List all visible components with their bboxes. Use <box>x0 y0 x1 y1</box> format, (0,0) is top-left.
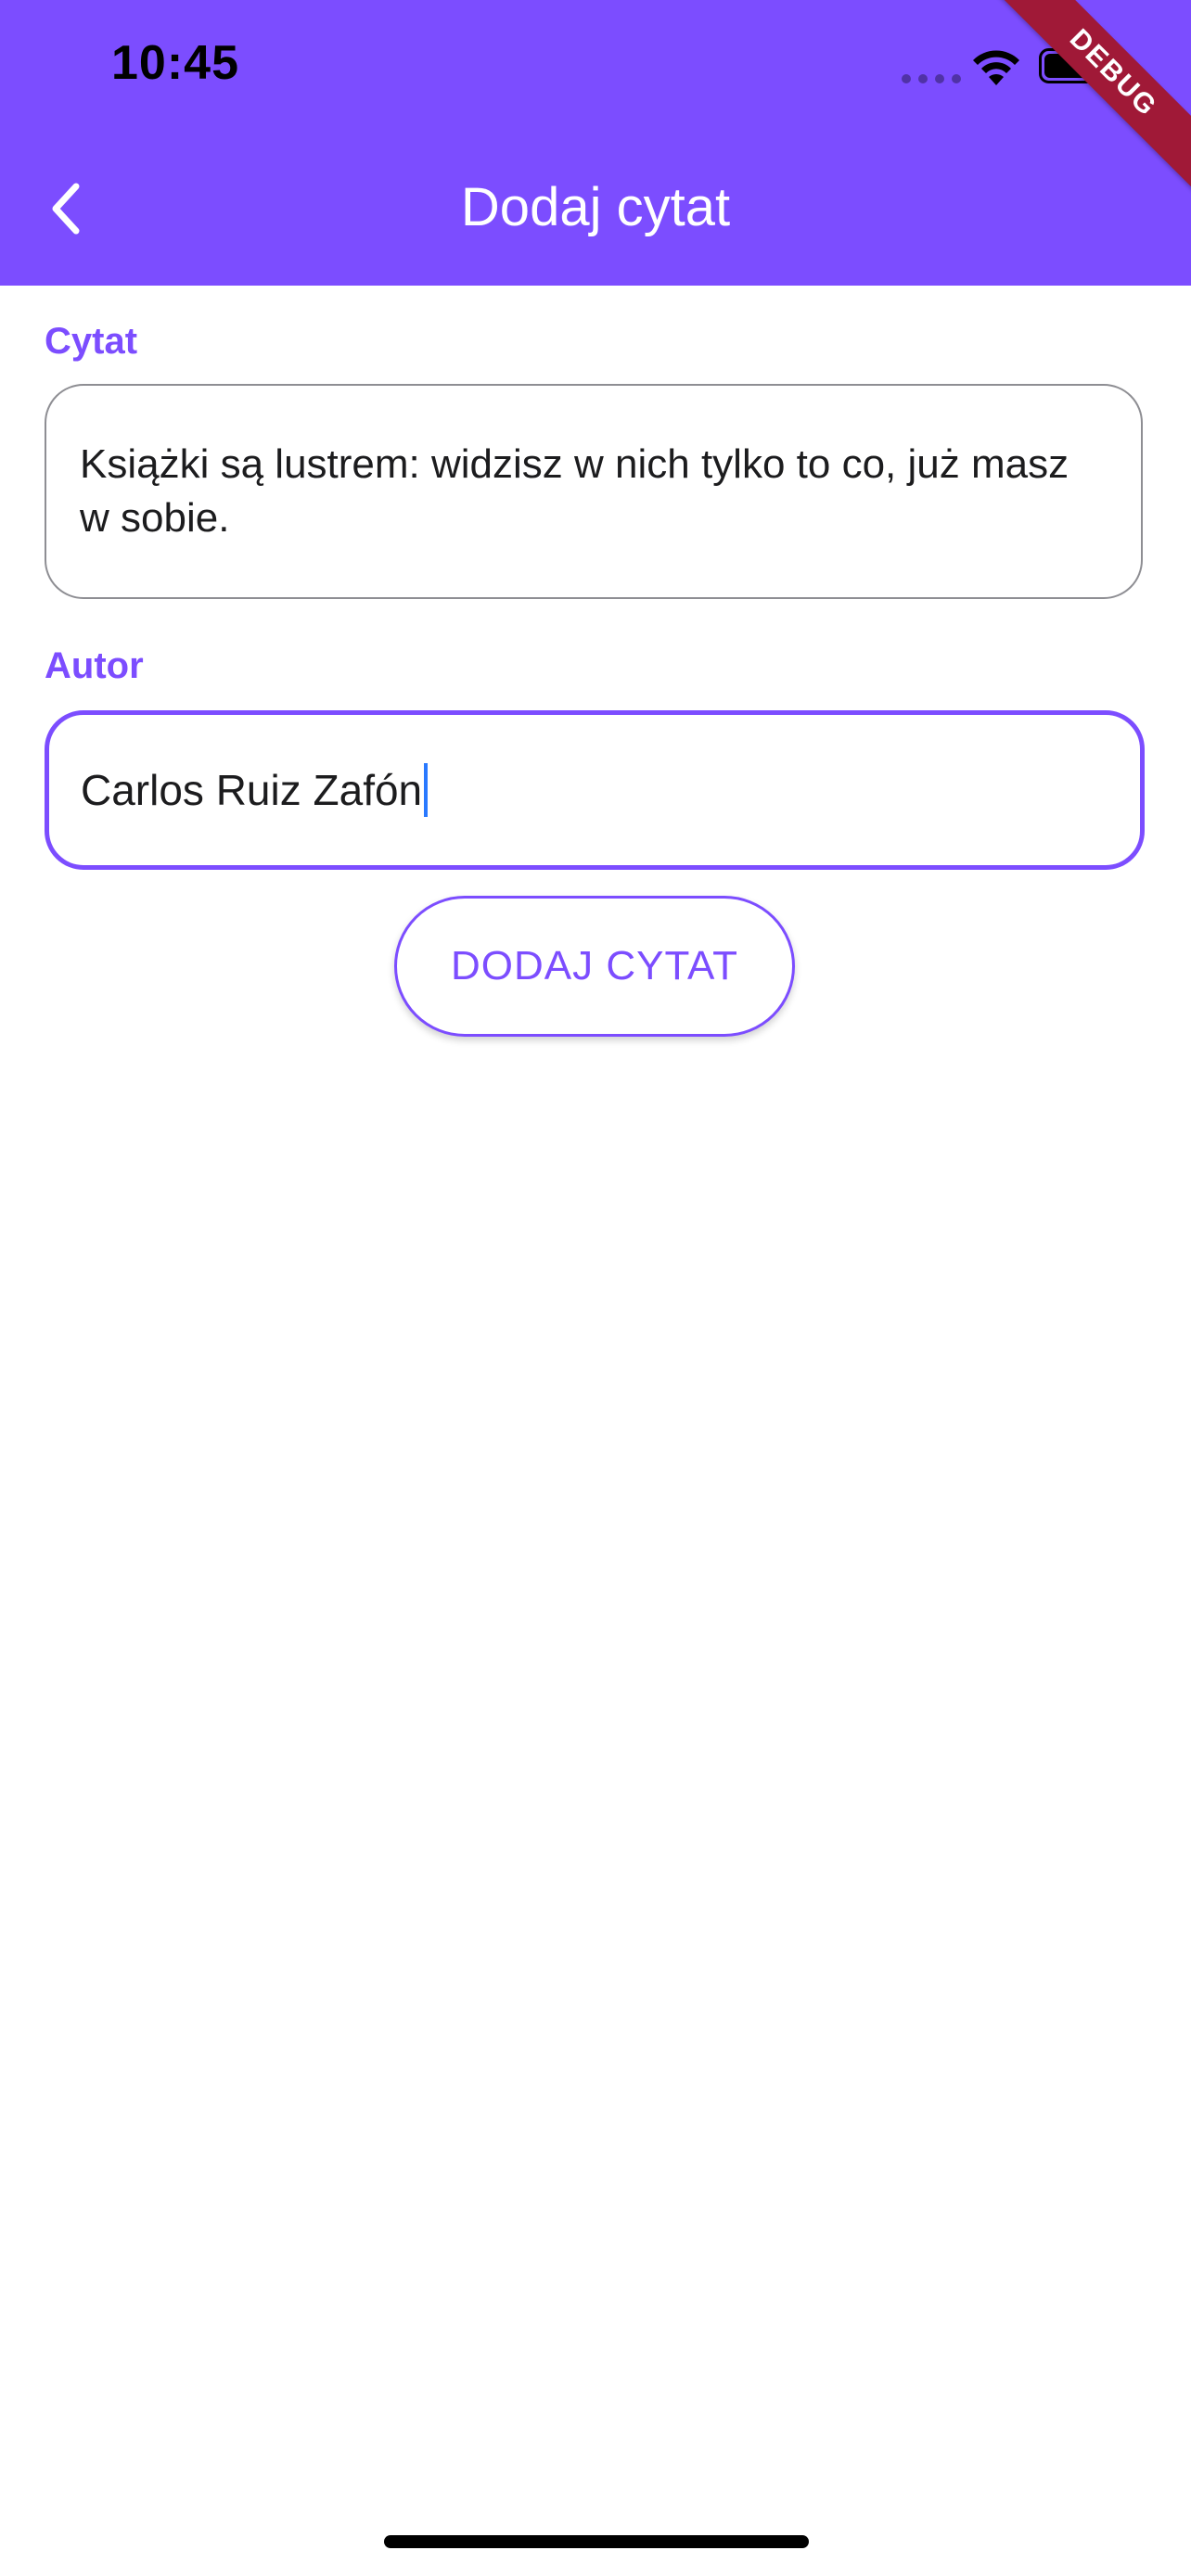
quote-field-value: Książki są lustrem: widzisz w nich tylko… <box>80 441 1069 541</box>
add-quote-button-label: DODAJ CYTAT <box>450 943 739 988</box>
page-title: Dodaj cytat <box>460 177 731 237</box>
app-bar: 10:45 Dodaj cytat DEBUG <box>0 0 1191 286</box>
author-field-value: Carlos Ruiz Zafón <box>81 766 423 814</box>
quote-field[interactable]: Książki są lustrem: widzisz w nich tylko… <box>45 384 1143 599</box>
screen: 10:45 Dodaj cytat DEBUG Cytat Książki są… <box>0 0 1191 2576</box>
author-label: Autor <box>45 645 144 686</box>
add-quote-button[interactable]: DODAJ CYTAT <box>394 896 795 1037</box>
author-field[interactable]: Carlos Ruiz Zafón <box>45 710 1145 870</box>
text-cursor <box>424 763 429 817</box>
status-time: 10:45 <box>111 36 239 90</box>
debug-banner: DEBUG <box>983 0 1191 203</box>
quote-label: Cytat <box>45 321 138 362</box>
wifi-icon <box>973 50 1019 85</box>
home-indicator[interactable] <box>384 2535 809 2548</box>
cellular-signal-icon <box>902 74 961 83</box>
